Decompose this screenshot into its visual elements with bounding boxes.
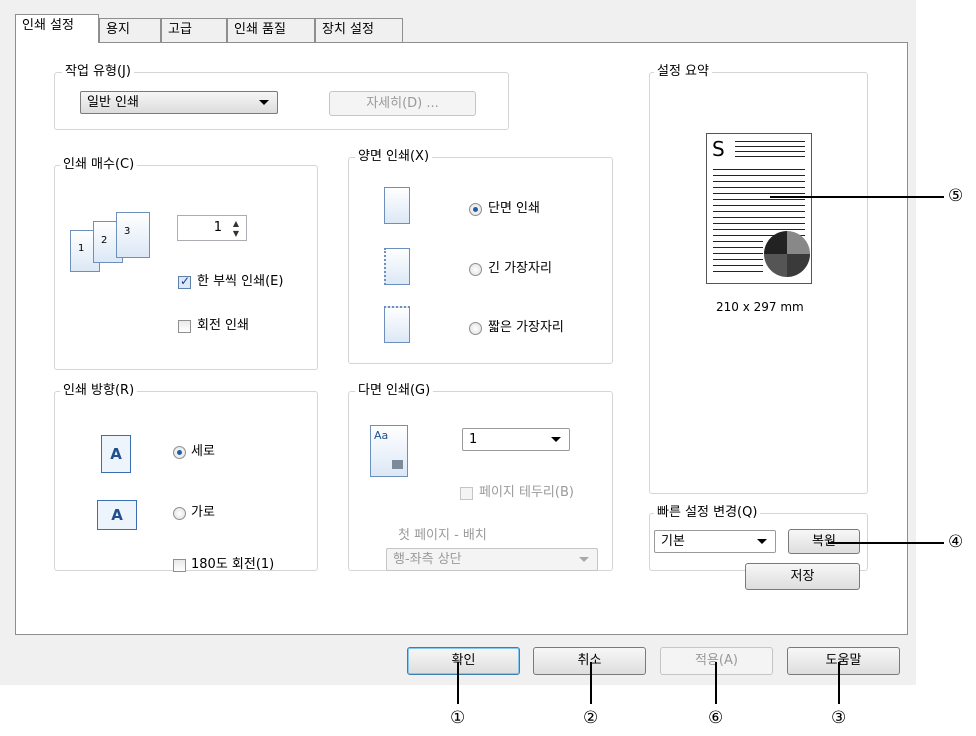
chevron-down-icon xyxy=(259,100,269,105)
chevron-down-icon xyxy=(551,437,561,442)
page-border-label: 페이지 테두리(B) xyxy=(479,485,574,500)
quick-settings-value: 기본 xyxy=(661,534,685,549)
preview-letter: S xyxy=(712,137,725,161)
tab-print-settings[interactable]: 인쇄 설정 xyxy=(15,14,99,43)
callout-line-ok xyxy=(457,662,459,704)
paper-size-text: 210 x 297 mm xyxy=(716,300,804,314)
chevron-down-icon xyxy=(579,557,589,562)
callout-preview: ⑤ xyxy=(948,186,964,206)
help-button[interactable]: 도움말 xyxy=(787,647,900,675)
copies-input[interactable]: 1 ▲ ▼ xyxy=(177,215,247,241)
save-button[interactable]: 저장 xyxy=(745,563,860,590)
summary-legend: 설정 요약 xyxy=(654,64,712,80)
tab-device-settings[interactable]: 장치 설정 xyxy=(315,18,403,42)
rotate-print-label: 회전 인쇄 xyxy=(197,318,249,333)
ok-button[interactable]: 확인 xyxy=(407,647,520,675)
rotate-180-label: 180도 회전(1) xyxy=(191,557,275,572)
spin-up-icon[interactable]: ▲ xyxy=(228,219,244,228)
orientation-legend: 인쇄 방향(R) xyxy=(60,383,138,399)
tab-paper[interactable]: 용지 xyxy=(99,18,161,42)
summary-preview-page: S xyxy=(706,133,812,284)
callout-ok: ① xyxy=(450,708,466,728)
landscape-radio[interactable] xyxy=(173,507,186,520)
collate-label: 한 부씩 인쇄(E) xyxy=(197,274,284,289)
tab-advanced[interactable]: 고급 xyxy=(161,18,227,42)
callout-apply: ⑥ xyxy=(708,708,724,728)
job-type-select[interactable]: 일반 인쇄 xyxy=(80,91,278,114)
nup-select[interactable]: 1 xyxy=(462,428,570,451)
rotate-print-checkbox[interactable] xyxy=(178,320,191,333)
short-edge-icon xyxy=(384,306,410,343)
copies-legend: 인쇄 매수(C) xyxy=(60,157,138,173)
pie-chart-icon xyxy=(764,231,810,277)
job-type-legend: 작업 유형(J) xyxy=(62,64,134,80)
portrait-radio[interactable] xyxy=(173,446,186,459)
landscape-label: 가로 xyxy=(191,505,215,520)
quick-settings-legend: 빠른 설정 변경(Q) xyxy=(654,505,761,521)
rotate-180-checkbox[interactable] xyxy=(173,559,186,572)
landscape-icon: A xyxy=(97,500,137,530)
orientation-group xyxy=(54,391,318,571)
nup-value: 1 xyxy=(469,432,478,447)
long-edge-label: 긴 가장자리 xyxy=(488,261,552,276)
callout-line-restore xyxy=(828,542,944,544)
nup-icon: Aa xyxy=(370,425,408,477)
callout-restore: ④ xyxy=(948,532,964,552)
job-type-value: 일반 인쇄 xyxy=(87,95,139,110)
nup-legend: 다면 인쇄(G) xyxy=(355,383,434,399)
nup-group xyxy=(348,391,613,571)
first-page-layout-select[interactable]: 행-좌측 상단 xyxy=(386,548,598,571)
collate-checkbox[interactable] xyxy=(178,274,191,289)
first-page-layout-value: 행-좌측 상단 xyxy=(393,552,462,567)
callout-cancel: ② xyxy=(583,708,599,728)
simplex-label: 단면 인쇄 xyxy=(488,201,540,216)
callout-help: ③ xyxy=(831,708,847,728)
short-edge-label: 짧은 가장자리 xyxy=(488,320,564,335)
long-edge-icon xyxy=(384,248,410,285)
portrait-label: 세로 xyxy=(191,444,215,459)
callout-line-help xyxy=(838,662,840,704)
first-page-layout-label: 첫 페이지 - 배치 xyxy=(398,528,487,543)
duplex-legend: 양면 인쇄(X) xyxy=(355,149,433,165)
simplex-icon xyxy=(384,187,410,224)
spin-down-icon[interactable]: ▼ xyxy=(228,229,244,238)
callout-line-apply xyxy=(715,662,717,704)
short-edge-radio[interactable] xyxy=(469,322,482,335)
chevron-down-icon xyxy=(757,539,767,544)
callout-line-preview xyxy=(770,196,944,198)
quick-settings-select[interactable]: 기본 xyxy=(654,530,776,553)
callout-line-cancel xyxy=(590,662,592,704)
long-edge-radio[interactable] xyxy=(469,263,482,276)
portrait-icon: A xyxy=(101,435,131,473)
page-border-checkbox[interactable] xyxy=(460,487,473,500)
tab-print-quality[interactable]: 인쇄 품질 xyxy=(227,18,315,42)
details-button[interactable]: 자세히(D) ... xyxy=(329,91,476,116)
simplex-radio[interactable] xyxy=(469,203,482,216)
